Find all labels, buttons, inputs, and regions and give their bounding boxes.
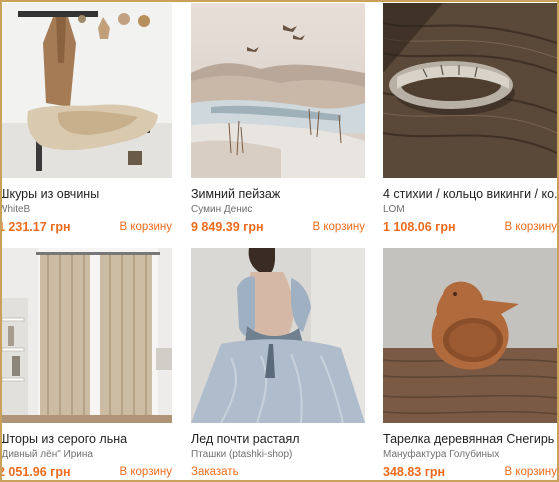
product-price: 1 108.06 грн [383,220,456,234]
add-to-cart-button[interactable]: В корзину [505,466,558,478]
seller-name[interactable]: Мануфактура Голубиных [383,448,557,461]
add-to-cart-button[interactable]: В корзину [120,221,173,233]
linen-curtains-photo-icon [2,248,172,423]
product-title[interactable]: Лед почти растаял [191,431,365,447]
seller-name[interactable]: "Дивный лён" Ирина [2,448,172,461]
product-title[interactable]: Шторы из серого льна [2,431,172,447]
product-price: 1 231.17 грн [0,220,71,234]
wooden-bird-plate-photo-icon [383,248,557,423]
product-card-wooden-plate[interactable]: Тарелка деревянная Снегирь Мануфактура Г… [383,248,558,480]
seller-name[interactable]: Пташки (ptashki-shop) [191,448,365,461]
seller-name[interactable]: WhiteB [2,203,172,216]
product-price: 9 849.39 грн [191,220,264,234]
add-to-cart-button[interactable]: В корзину [120,466,173,478]
seller-name[interactable]: LOM [383,203,557,216]
product-title[interactable]: Тарелка деревянная Снегирь [383,431,557,447]
product-price: 2 051.96 грн [0,465,71,479]
product-image[interactable] [191,3,365,178]
product-card-grey-dress[interactable]: Лед почти растаял Пташки (ptashki-shop) … [191,248,365,480]
product-title[interactable]: Шкуры из овчины [2,186,172,202]
product-title[interactable]: Зимний пейзаж [191,186,365,202]
frame: Шкуры из овчины WhiteB 1 231.17 грн В ко… [0,0,559,482]
sheepskin-bench-photo-icon [2,3,172,178]
product-image[interactable] [383,3,557,178]
order-button[interactable]: Заказать [191,466,239,478]
product-card-sheepskin[interactable]: Шкуры из овчины WhiteB 1 231.17 грн В ко… [0,3,173,238]
product-grid: Шкуры из овчины WhiteB 1 231.17 грн В ко… [2,2,557,480]
product-card-linen-curtains[interactable]: Шторы из серого льна "Дивный лён" Ирина … [0,248,173,480]
product-image[interactable] [191,248,365,423]
winter-landscape-painting-icon [191,3,365,178]
add-to-cart-button[interactable]: В корзину [313,221,366,233]
product-title[interactable]: 4 стихии / кольцо викинги / ко. [383,186,557,202]
product-card-viking-ring[interactable]: 4 стихии / кольцо викинги / ко. LOM 1 10… [383,3,557,238]
grey-dress-photo-icon [191,248,365,423]
product-image[interactable] [383,248,557,423]
viking-ring-photo-icon [383,3,557,178]
product-card-winter-landscape[interactable]: Зимний пейзаж Сумин Денис 9 849.39 грн В… [191,3,365,238]
product-image[interactable] [2,248,172,423]
add-to-cart-button[interactable]: В корзину [505,221,558,233]
product-price: 348.83 грн [383,465,446,479]
seller-name[interactable]: Сумин Денис [191,203,365,216]
product-image[interactable] [2,3,172,178]
